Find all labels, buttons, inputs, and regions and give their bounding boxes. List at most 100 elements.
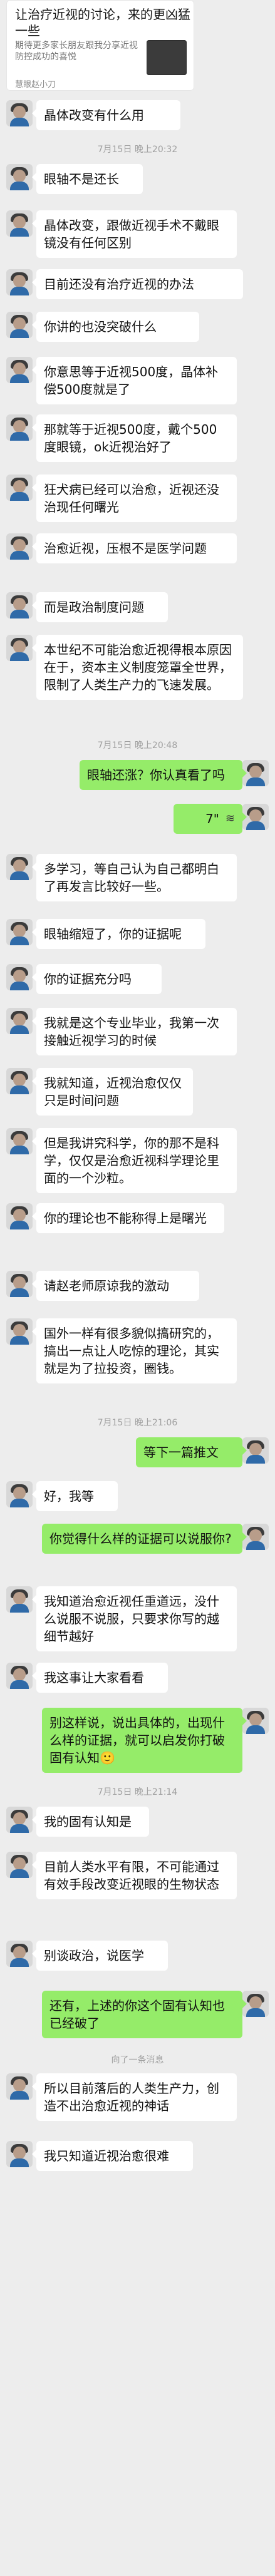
avatar[interactable] xyxy=(6,1128,33,1154)
message-bubble[interactable]: 目前人类水平有限，不可能通过有效手段改变近视眼的生物状态 xyxy=(32,1852,237,1899)
avatar[interactable] xyxy=(6,1586,33,1613)
message-bubble[interactable]: 眼轴不是还长 xyxy=(32,164,143,194)
message-text: 好，我等 xyxy=(44,1489,94,1504)
message-text: 国外一样有很多貌似搞研究的，搞出一点让人吃惊的理论，其实就是为了拉投资，圈钱。 xyxy=(44,1326,219,1376)
shared-article-card[interactable]: 让治疗近视的讨论，来的更凶猛一些 期待更多家长朋友跟我分享近视防控成功的喜悦 慧… xyxy=(6,0,194,91)
timestamp: 7月15日 晚上21:14 xyxy=(97,1787,178,1797)
avatar[interactable] xyxy=(6,635,33,661)
avatar-face xyxy=(13,106,26,118)
avatar[interactable] xyxy=(6,854,33,880)
voice-message[interactable]: 7" ≋ xyxy=(174,804,247,834)
message-bubble[interactable]: 本世纪不可能治愈近视得根本原因在于，资本主义制度笼罩全世界，限制了人类生产力的飞… xyxy=(32,635,243,700)
timestamp: 7月15日 晚上21:06 xyxy=(97,1418,178,1428)
message-bubble[interactable]: 还有，上述的你这个固有认知也已经破了 xyxy=(42,1991,247,2038)
message-bubble[interactable]: 你的证据充分吗 xyxy=(32,964,162,994)
message-text: 眼轴不是还长 xyxy=(44,172,119,187)
avatar[interactable] xyxy=(6,1008,33,1034)
avatar[interactable] xyxy=(6,919,33,945)
avatar-body xyxy=(10,118,29,126)
avatar[interactable] xyxy=(6,1663,33,1689)
avatar[interactable] xyxy=(6,1068,33,1094)
message-text: 治愈近视，压根不是医学问题 xyxy=(44,541,207,556)
timestamp: 7月15日 晚上20:32 xyxy=(97,145,178,155)
avatar[interactable] xyxy=(6,312,33,338)
message-bubble[interactable]: 晶体改变，跟做近视手术不戴眼镜没有任何区别 xyxy=(32,210,237,258)
voice-row: 7" ≋ xyxy=(181,810,235,828)
message-bubble[interactable]: 治愈近视，压根不是医学问题 xyxy=(32,533,237,563)
message-bubble[interactable]: 眼轴缩短了，你的证据呢 xyxy=(32,919,205,949)
message-bubble[interactable]: 我知道治愈近视任重道远，没什么说服不说服，只要求你写的越细节越好 xyxy=(32,1586,237,1651)
avatar[interactable] xyxy=(6,2073,33,2100)
voice-wave-icon: ≋ xyxy=(225,812,235,825)
message-bubble[interactable]: 狂犬病已经可以治愈，近视还没治现任何曙光 xyxy=(32,475,237,522)
avatar[interactable] xyxy=(6,592,33,618)
message-bubble[interactable]: 多学习，等自己认为自己都明白了再发言比较好一些。 xyxy=(32,854,237,901)
message-text: 我这事让大家看看 xyxy=(44,1670,144,1685)
avatar[interactable] xyxy=(6,269,33,295)
avatar[interactable] xyxy=(6,475,33,501)
timestamp: 7月15日 晚上20:48 xyxy=(97,741,178,751)
message-bubble[interactable]: 你意思等于近视500度，晶体补偿500度就是了 xyxy=(32,357,237,404)
avatar[interactable] xyxy=(6,1318,33,1345)
system-notice: 向了一条消息 xyxy=(111,2055,164,2065)
message-text: 晶体改变有什么用 xyxy=(44,108,144,123)
message-text: 我就知道，近视治愈仅仅只是时间问题 xyxy=(44,1075,182,1108)
message-bubble[interactable]: 国外一样有很多貌似搞研究的，搞出一点让人吃惊的理论，其实就是为了拉投资，圈钱。 xyxy=(32,1318,237,1383)
avatar[interactable] xyxy=(6,2141,33,2167)
message-bubble[interactable]: 我就是这个专业毕业，我第一次接触近视学习的时候 xyxy=(32,1008,237,1055)
message-text: 本世纪不可能治愈近视得根本原因在于，资本主义制度笼罩全世界，限制了人类生产力的飞… xyxy=(44,642,232,692)
message-bubble[interactable]: 你觉得什么样的证据可以说服你? xyxy=(42,1524,247,1554)
message-text: 等下一篇推文 xyxy=(143,1445,219,1460)
avatar[interactable] xyxy=(6,210,33,237)
avatar[interactable] xyxy=(6,1941,33,1967)
message-bubble[interactable]: 别谈政治，说医学 xyxy=(32,1941,168,1971)
message-bubble[interactable]: 请赵老师原谅我的激动 xyxy=(32,1271,199,1301)
message-text: 请赵老师原谅我的激动 xyxy=(44,1278,169,1293)
avatar[interactable] xyxy=(6,357,33,383)
message-bubble[interactable]: 我的固有认知是 xyxy=(32,1807,149,1837)
avatar[interactable] xyxy=(6,100,33,126)
message-bubble[interactable]: 那就等于近视500度，戴个500度眼镜，ok近视治好了 xyxy=(32,414,237,462)
message-text: 狂犬病已经可以治愈，近视还没治现任何曙光 xyxy=(44,482,219,515)
article-title: 让治疗近视的讨论，来的更凶猛一些 xyxy=(15,7,190,38)
message-bubble[interactable]: 等下一篇推文 xyxy=(136,1437,247,1467)
message-bubble[interactable]: 你的理论也不能称得上是曙光 xyxy=(32,1203,224,1233)
message-bubble[interactable]: 目前还没有治疗近视的办法 xyxy=(32,269,243,299)
message-text: 眼轴还涨？你认真看了吗 xyxy=(87,767,225,783)
voice-duration: 7" xyxy=(205,811,219,826)
avatar[interactable] xyxy=(6,1852,33,1878)
avatar[interactable] xyxy=(6,1271,33,1297)
message-text: 你讲的也没突破什么 xyxy=(44,319,157,334)
avatar[interactable] xyxy=(6,964,33,990)
message-text: 多学习，等自己认为自己都明白了再发言比较好一些。 xyxy=(44,861,219,894)
article-source: 慧眼赵小刀 xyxy=(15,80,56,90)
message-bubble[interactable]: 好，我等 xyxy=(32,1481,118,1511)
message-bubble[interactable]: 别这样说，说出具体的，出现什么样的证据，就可以启发你打破固有认知🙂 xyxy=(42,1708,247,1773)
message-bubble[interactable]: 眼轴还涨？你认真看了吗 xyxy=(80,760,247,790)
avatar[interactable] xyxy=(6,533,33,560)
message-bubble[interactable]: 晶体改变有什么用 xyxy=(32,100,180,130)
message-text: 晶体改变，跟做近视手术不戴眼镜没有任何区别 xyxy=(44,218,219,250)
avatar[interactable] xyxy=(6,414,33,441)
avatar[interactable] xyxy=(6,164,33,190)
message-bubble[interactable]: 而是政治制度问题 xyxy=(32,592,168,622)
message-bubble[interactable]: 我这事让大家看看 xyxy=(32,1663,168,1693)
message-bubble[interactable]: 你讲的也没突破什么 xyxy=(32,312,199,342)
message-text: 你的理论也不能称得上是曙光 xyxy=(44,1211,207,1226)
avatar[interactable] xyxy=(6,1203,33,1229)
avatar[interactable] xyxy=(6,1481,33,1507)
article-thumbnail xyxy=(147,40,187,75)
message-text: 目前还没有治疗近视的办法 xyxy=(44,277,194,292)
message-bubble[interactable]: 所以目前落后的人类生产力，创造不出治愈近视的神话 xyxy=(32,2073,237,2121)
message-bubble[interactable]: 但是我讲究科学，你的那不是科学，仅仅是治愈近视科学理论里面的一个沙粒。 xyxy=(32,1128,237,1193)
chat-window: 让治疗近视的讨论，来的更凶猛一些 期待更多家长朋友跟我分享近视防控成功的喜悦 慧… xyxy=(0,0,275,2576)
message-text: 别谈政治，说医学 xyxy=(44,1948,144,1963)
message-bubble[interactable]: 我只知道近视治愈很难 xyxy=(32,2141,193,2171)
message-text: 目前人类水平有限，不可能通过有效手段改变近视眼的生物状态 xyxy=(44,1859,219,1892)
message-text: 你的证据充分吗 xyxy=(44,972,132,987)
avatar[interactable] xyxy=(6,1807,33,1833)
message-text: 你觉得什么样的证据可以说服你? xyxy=(49,1531,232,1546)
message-bubble[interactable]: 我就知道，近视治愈仅仅只是时间问题 xyxy=(32,1068,193,1116)
message-text: 还有，上述的你这个固有认知也已经破了 xyxy=(49,1998,225,2031)
message-text: 而是政治制度问题 xyxy=(44,600,144,615)
